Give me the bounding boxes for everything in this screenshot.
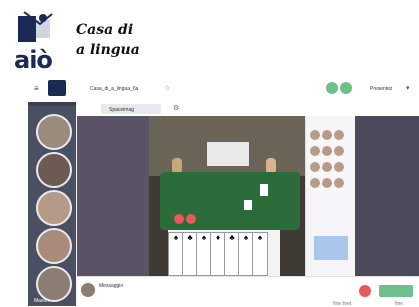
sticker-icon[interactable] — [310, 178, 320, 188]
avatar[interactable] — [36, 114, 72, 150]
table-card[interactable] — [244, 200, 252, 210]
presenter-label[interactable]: Presentez — [370, 86, 393, 92]
sticker-icon[interactable] — [322, 178, 332, 188]
avatar[interactable] — [36, 190, 72, 226]
sticker-icon[interactable] — [322, 146, 332, 156]
app-logo-icon — [48, 80, 66, 96]
page-title-line2: a lingua — [76, 42, 140, 58]
menu-icon[interactable]: ≡ — [34, 84, 39, 93]
participants-sidebar: Mason — [28, 102, 76, 306]
sticker-icon[interactable] — [310, 162, 320, 172]
chevron-down-icon[interactable]: ▾ — [406, 84, 410, 92]
doc-title[interactable]: Casa_di_a_lingua_6a — [90, 86, 138, 92]
sticker-icon[interactable] — [310, 130, 320, 140]
left-panel — [77, 116, 149, 276]
logo: aiò — [10, 8, 66, 74]
sticker-icon[interactable] — [310, 146, 320, 156]
bottom-bar: Messaggio fine livet fine — [77, 276, 419, 307]
user-badge-2[interactable] — [340, 82, 352, 94]
hand-of-cards: ♠ ♣ ♠ ♦ ♣ ♠ ♠ — [168, 230, 280, 276]
game-screen — [207, 142, 249, 166]
sticker-icon[interactable] — [334, 146, 344, 156]
logo-mark-icon — [18, 11, 53, 42]
sidebar-divider — [28, 102, 76, 106]
top-bar: ≡ Casa_di_a_lingua_6a ☆ Presentez ▾ — [28, 74, 419, 103]
avatar — [81, 283, 95, 297]
table-card[interactable] — [260, 184, 268, 196]
leave-button[interactable] — [359, 285, 371, 297]
page-title-line1: Casa di — [76, 22, 134, 38]
sticker-gallery — [305, 116, 355, 276]
sticker-icon[interactable] — [334, 130, 344, 140]
sticker-icon[interactable] — [334, 178, 344, 188]
user-badge-1[interactable] — [326, 82, 338, 94]
status-text-right: fine — [395, 301, 404, 307]
tab-label[interactable]: Spaceimag — [109, 107, 134, 113]
avatar[interactable] — [36, 152, 72, 188]
sidebar-footer-label: Mason — [34, 298, 50, 304]
avatar[interactable] — [36, 266, 72, 302]
gear-icon[interactable]: ⚙ — [173, 104, 179, 112]
join-button[interactable] — [379, 285, 413, 297]
sticker-icon[interactable] — [334, 162, 344, 172]
logo-text: aiò — [14, 46, 53, 74]
star-icon[interactable]: ☆ — [164, 84, 170, 92]
sticker-icon[interactable] — [322, 162, 332, 172]
right-panel — [354, 116, 419, 276]
playing-card[interactable]: ♠ — [252, 232, 268, 276]
tab-row: Spaceimag ⚙ — [77, 102, 419, 117]
avatar[interactable] — [36, 228, 72, 264]
preview-image[interactable] — [314, 236, 348, 260]
chip-icon[interactable] — [174, 214, 184, 224]
chip-icon[interactable] — [186, 214, 196, 224]
chat-label: Messaggio — [99, 283, 124, 289]
sticker-icon[interactable] — [322, 130, 332, 140]
status-text-left: fine livet — [333, 301, 352, 307]
